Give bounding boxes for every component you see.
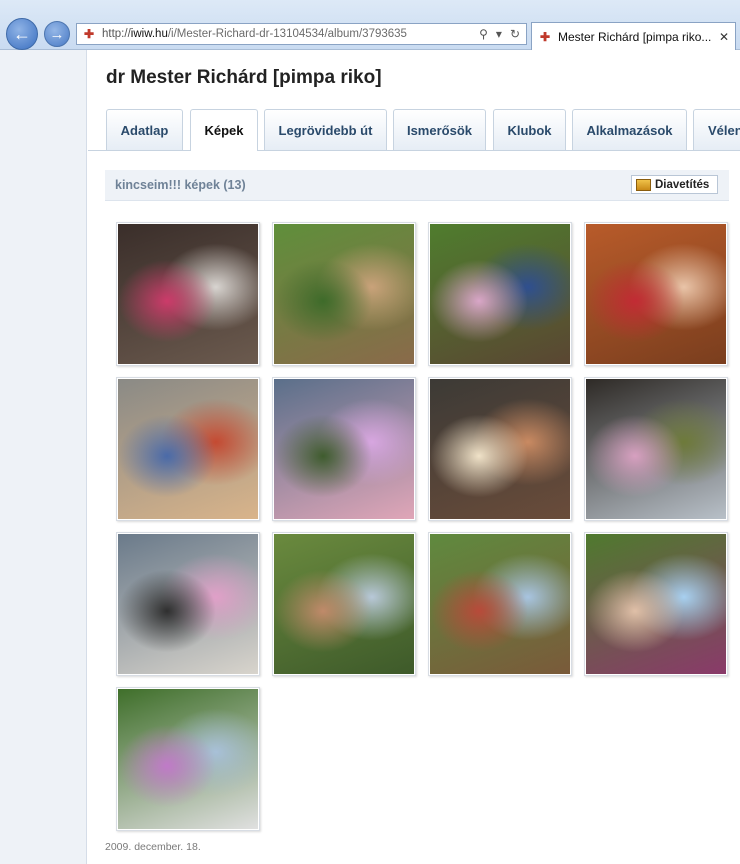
photo-image bbox=[586, 379, 726, 519]
url-scheme: http:// bbox=[102, 28, 131, 40]
profile-tabs: Adatlap Képek Legrövidebb út Ismerősök K… bbox=[88, 109, 740, 151]
album-header: kincseim!!! képek (13) Diavetítés bbox=[105, 170, 729, 201]
photo-thumbnail[interactable] bbox=[116, 222, 260, 366]
browser-tab[interactable]: ✚ Mester Richárd [pimpa riko... ✕ bbox=[531, 22, 736, 50]
search-icon[interactable]: ⚲ bbox=[479, 27, 488, 41]
album-title[interactable]: kincseim!!! képek (13) bbox=[115, 178, 246, 192]
photo-thumbnail[interactable] bbox=[428, 532, 572, 676]
slideshow-icon bbox=[636, 178, 651, 191]
tab-kepek[interactable]: Képek bbox=[190, 109, 258, 151]
photo-image bbox=[430, 534, 570, 674]
photo-thumbnail[interactable] bbox=[272, 532, 416, 676]
close-icon[interactable]: ✕ bbox=[719, 30, 729, 44]
photo-image bbox=[586, 534, 726, 674]
photo-image bbox=[586, 224, 726, 364]
photo-thumbnail[interactable] bbox=[428, 377, 572, 521]
slideshow-button[interactable]: Diavetítés bbox=[631, 175, 718, 194]
address-bar[interactable]: ✚ http:// iwiw.hu /i/Mester-Richard-dr-1… bbox=[76, 23, 527, 45]
tab-favicon-icon: ✚ bbox=[539, 29, 551, 44]
left-gutter bbox=[0, 50, 87, 864]
forward-arrow-icon[interactable]: → bbox=[44, 21, 70, 47]
photo-thumbnail[interactable] bbox=[584, 222, 728, 366]
photo-thumbnail[interactable] bbox=[272, 377, 416, 521]
tab-legrovidebb-ut[interactable]: Legrövidebb út bbox=[264, 109, 387, 150]
tab-title: Mester Richárd [pimpa riko... bbox=[558, 29, 712, 44]
photo-image bbox=[430, 379, 570, 519]
photo-image bbox=[430, 224, 570, 364]
photo-thumbnail[interactable] bbox=[584, 532, 728, 676]
tab-ismerosok[interactable]: Ismerősök bbox=[393, 109, 486, 150]
site-favicon-icon: ✚ bbox=[83, 27, 95, 41]
photo-image bbox=[118, 534, 258, 674]
photo-thumbnail[interactable] bbox=[116, 377, 260, 521]
tab-alkalmazasok[interactable]: Alkalmazások bbox=[572, 109, 687, 150]
photo-thumbnail[interactable] bbox=[116, 687, 260, 831]
photo-image bbox=[274, 224, 414, 364]
url-host: iwiw.hu bbox=[130, 28, 168, 40]
album-date: 2009. december. 18. bbox=[105, 841, 201, 853]
photo-thumbnail[interactable] bbox=[428, 222, 572, 366]
browser-toolbar: ← → ✚ http:// iwiw.hu /i/Mester-Richard-… bbox=[0, 0, 740, 50]
photo-image bbox=[118, 379, 258, 519]
photo-image bbox=[118, 224, 258, 364]
dropdown-arrow-icon[interactable]: ▾ bbox=[496, 27, 502, 41]
profile-name: dr Mester Richárd [pimpa riko] bbox=[106, 67, 382, 88]
photo-thumbnail[interactable] bbox=[272, 222, 416, 366]
back-arrow-icon[interactable]: ← bbox=[6, 18, 38, 50]
url-path: /i/Mester-Richard-dr-13104534/album/3793… bbox=[167, 28, 407, 40]
photo-thumbnail[interactable] bbox=[116, 532, 260, 676]
refresh-icon[interactable]: ↻ bbox=[510, 27, 520, 41]
slideshow-label: Diavetítés bbox=[655, 178, 710, 191]
tab-klubok[interactable]: Klubok bbox=[493, 109, 566, 150]
tab-adatlap[interactable]: Adatlap bbox=[106, 109, 183, 150]
tab-velemenyek[interactable]: Vélen bbox=[693, 109, 740, 150]
photo-thumbnail[interactable] bbox=[584, 377, 728, 521]
photo-image bbox=[274, 379, 414, 519]
photo-image bbox=[118, 689, 258, 829]
photo-image bbox=[274, 534, 414, 674]
profile-page: dr Mester Richárd [pimpa riko] Adatlap K… bbox=[88, 51, 740, 864]
